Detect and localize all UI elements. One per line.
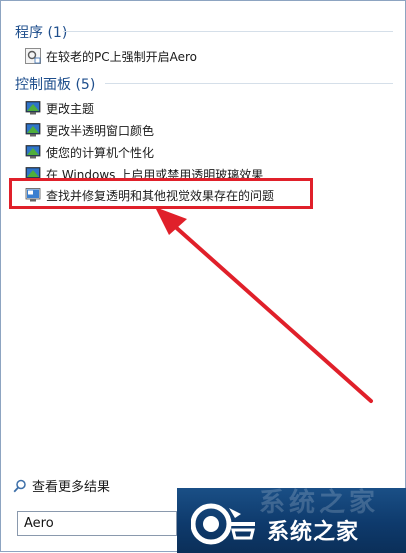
group-heading-label: 控制面板 (5) <box>15 77 96 93</box>
search-icon <box>13 479 26 492</box>
result-label: 更改主题 <box>46 101 95 116</box>
site-watermark: 系统之家 系统之家 <box>177 488 406 553</box>
start-search-input[interactable] <box>17 511 177 536</box>
group-divider <box>63 31 393 32</box>
result-item-personalize[interactable]: 使您的计算机个性化 <box>25 142 154 162</box>
result-item-window-color[interactable]: 更改半透明窗口颜色 <box>25 120 154 140</box>
result-item-force-aero[interactable]: 在较老的PC上强制开启Aero <box>25 46 197 66</box>
control-panel-icon <box>25 101 41 115</box>
group-divider <box>105 83 393 84</box>
result-label: 使您的计算机个性化 <box>46 145 155 160</box>
watermark-site-name: 系统之家 <box>267 520 360 545</box>
group-heading-programs: 程序 (1) <box>15 22 67 42</box>
highlight-box <box>9 178 313 209</box>
result-label: 在较老的PC上强制开启Aero <box>46 49 198 64</box>
group-heading-control-panel: 控制面板 (5) <box>15 74 95 94</box>
site-logo-icon <box>191 503 255 545</box>
result-label: 更改半透明窗口颜色 <box>46 123 155 138</box>
program-shortcut-icon <box>25 48 41 64</box>
see-more-results-link[interactable]: 查看更多结果 <box>13 476 110 495</box>
control-panel-icon <box>25 123 41 137</box>
result-item-change-theme[interactable]: 更改主题 <box>25 98 94 118</box>
see-more-results-label: 查看更多结果 <box>32 480 111 495</box>
start-menu-search-panel: 程序 (1) 在较老的PC上强制开启Aero 控制面板 (5) 更改主题 更改半… <box>0 0 406 553</box>
control-panel-icon <box>25 145 41 159</box>
group-heading-label: 程序 (1) <box>15 25 68 41</box>
